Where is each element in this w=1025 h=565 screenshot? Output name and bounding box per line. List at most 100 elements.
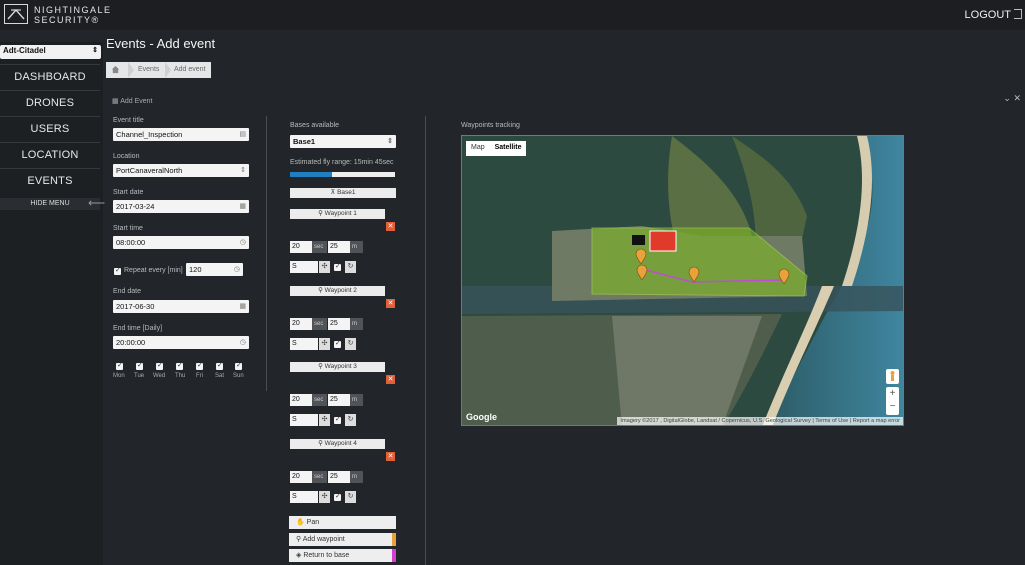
base-select[interactable]: Base1 ⇕ <box>290 135 396 148</box>
sidebar-item-events[interactable]: EVENTS <box>0 168 100 193</box>
waypoint-1-move-icon[interactable]: ✣ <box>319 261 330 273</box>
day-checkbox-sat[interactable] <box>216 361 223 370</box>
hide-menu-button[interactable]: HIDE MENU <box>0 198 100 210</box>
top-bar: NIGHTINGALE SECURITY® LOGOUT <box>0 0 1025 30</box>
waypoint-3-m-input[interactable]: 25 <box>328 394 350 406</box>
sidebar-item-drones[interactable]: DRONES <box>0 90 100 115</box>
day-label-tue: Tue <box>134 373 145 379</box>
close-icon[interactable]: ✕ <box>1013 93 1021 103</box>
waypoint-2-refresh-icon[interactable]: ↻ <box>345 338 356 350</box>
waypoint-4-direction-select[interactable]: S <box>290 491 318 503</box>
clock-icon[interactable]: ◷ <box>240 338 246 346</box>
street-view-icon[interactable] <box>886 369 899 384</box>
waypoint-1-sec-input[interactable]: 20 <box>290 241 312 253</box>
day-checkbox-fri[interactable] <box>196 361 203 370</box>
waypoint-4-refresh-icon[interactable]: ↻ <box>345 491 356 503</box>
logo-icon <box>4 4 28 24</box>
clock-icon[interactable]: ◷ <box>234 265 240 273</box>
return-to-base-button[interactable]: ◈ Return to base <box>289 549 396 562</box>
breadcrumb-add-event: Add event <box>174 66 206 73</box>
end-date-input[interactable]: 2017-06-30 ▦ <box>113 300 249 313</box>
base-marker[interactable] <box>649 230 677 252</box>
pan-tool-button[interactable]: ✋ Pan <box>289 516 396 529</box>
waypoint-4-m-unit: m <box>350 471 363 483</box>
bases-label: Bases available <box>290 122 340 129</box>
waypoint-3-move-icon[interactable]: ✣ <box>319 414 330 426</box>
waypoint-1-delete-icon[interactable]: ✕ <box>386 222 395 231</box>
logout-icon[interactable] <box>1014 9 1022 19</box>
day-checkbox-wed[interactable] <box>156 361 163 370</box>
repeat-input[interactable]: 120 ◷ <box>186 263 243 276</box>
fly-range-fill <box>290 172 332 177</box>
waypoint-1-refresh-icon[interactable]: ↻ <box>345 261 356 273</box>
waypoint-2-move-icon[interactable]: ✣ <box>319 338 330 350</box>
home-icon[interactable] <box>111 65 120 74</box>
fly-range-bar <box>290 172 395 177</box>
logout-button[interactable]: LOGOUT <box>965 9 1011 21</box>
sidebar-item-dashboard[interactable]: DASHBOARD <box>0 64 100 89</box>
waypoint-3-refresh-icon[interactable]: ↻ <box>345 414 356 426</box>
calendar-icon[interactable]: ▦ <box>239 202 246 210</box>
waypoint-2-checkbox[interactable] <box>334 339 341 348</box>
waypoints-map[interactable]: Map Satellite + − Google Imagery ©2017 ,… <box>461 135 904 426</box>
location-select[interactable]: PortCanaveralNorth ⇕ <box>113 164 249 177</box>
sidebar: Adt-Citadel ⇕ DASHBOARD DRONES USERS LOC… <box>0 42 105 565</box>
day-checkbox-sun[interactable] <box>235 361 242 370</box>
clock-icon[interactable]: ◷ <box>240 238 246 246</box>
zoom-out-button[interactable]: − <box>886 400 899 413</box>
start-time-label: Start time <box>113 225 143 232</box>
base1-button[interactable]: ⊼ Base1 <box>290 188 396 198</box>
waypoint-4-checkbox[interactable] <box>334 492 341 501</box>
waypoint-2-delete-icon[interactable]: ✕ <box>386 299 395 308</box>
sidebar-item-location[interactable]: LOCATION <box>0 142 100 167</box>
waypoint-1-sec-unit: sec <box>312 241 327 253</box>
end-date-label: End date <box>113 288 142 295</box>
waypoint-4-button[interactable]: ⚲ Waypoint 4 <box>290 439 385 449</box>
day-checkbox-thu[interactable] <box>176 361 183 370</box>
calendar-icon[interactable]: ▦ <box>239 302 246 310</box>
waypoint-4-move-icon[interactable]: ✣ <box>319 491 330 503</box>
waypoint-3-button[interactable]: ⚲ Waypoint 3 <box>290 362 385 372</box>
zoom-in-button[interactable]: + <box>886 387 899 400</box>
waypoint-3-direction-select[interactable]: S <box>290 414 318 426</box>
waypoint-4-m-input[interactable]: 25 <box>328 471 350 483</box>
map-type-map[interactable]: Map <box>466 141 490 156</box>
waypoint-1-m-input[interactable]: 25 <box>328 241 350 253</box>
waypoint-4-label: Waypoint 4 <box>324 440 357 447</box>
sidebar-item-users[interactable]: USERS <box>0 116 100 141</box>
event-title-input[interactable]: Channel_Inspection ▤ <box>113 128 249 141</box>
waypoint-4-delete-icon[interactable]: ✕ <box>386 452 395 461</box>
day-checkbox-mon[interactable] <box>116 361 123 370</box>
location-label: Location <box>113 153 140 160</box>
waypoint-3-checkbox[interactable] <box>334 415 341 424</box>
waypoint-3-sec-input[interactable]: 20 <box>290 394 312 406</box>
arrow-left-icon[interactable]: ⟵ <box>88 196 105 210</box>
breadcrumb-events[interactable]: Events <box>138 66 159 73</box>
map-attribution[interactable]: Imagery ©2017 , DigitalGlobe, Landsat / … <box>617 417 903 425</box>
waypoint-2-button[interactable]: ⚲ Waypoint 2 <box>290 286 385 296</box>
drone-marker[interactable] <box>632 235 645 245</box>
collapse-icon[interactable]: ⌄ <box>1003 93 1011 103</box>
waypoint-2-sec-input[interactable]: 20 <box>290 318 312 330</box>
start-time-input[interactable]: 08:00:00 ◷ <box>113 236 249 249</box>
waypoint-1-checkbox[interactable] <box>334 262 341 271</box>
waypoint-1-button[interactable]: ⚲ Waypoint 1 <box>290 209 385 219</box>
add-waypoint-button[interactable]: ⚲ Add waypoint <box>289 533 396 546</box>
waypoint-1-direction-select[interactable]: S <box>290 261 318 273</box>
end-time-input[interactable]: 20:00:00 ◷ <box>113 336 249 349</box>
map-type-satellite[interactable]: Satellite <box>490 141 527 156</box>
repeat-checkbox[interactable] <box>114 266 121 275</box>
waypoint-4-sec-input[interactable]: 20 <box>290 471 312 483</box>
start-date-input[interactable]: 2017-03-24 ▦ <box>113 200 249 213</box>
event-title-value: Channel_Inspection <box>116 130 183 139</box>
start-date-label: Start date <box>113 189 144 196</box>
panel-controls: ⌄ ✕ <box>1003 93 1021 104</box>
chevron-updown-icon: ⇕ <box>92 47 98 54</box>
waypoint-2-direction-select[interactable]: S <box>290 338 318 350</box>
site-select[interactable]: Adt-Citadel ⇕ <box>0 45 101 59</box>
event-title-label: Event title <box>113 117 144 124</box>
waypoint-2-m-input[interactable]: 25 <box>328 318 350 330</box>
trash-icon[interactable]: ▤ <box>239 130 246 138</box>
waypoint-3-delete-icon[interactable]: ✕ <box>386 375 395 384</box>
day-checkbox-tue[interactable] <box>136 361 143 370</box>
